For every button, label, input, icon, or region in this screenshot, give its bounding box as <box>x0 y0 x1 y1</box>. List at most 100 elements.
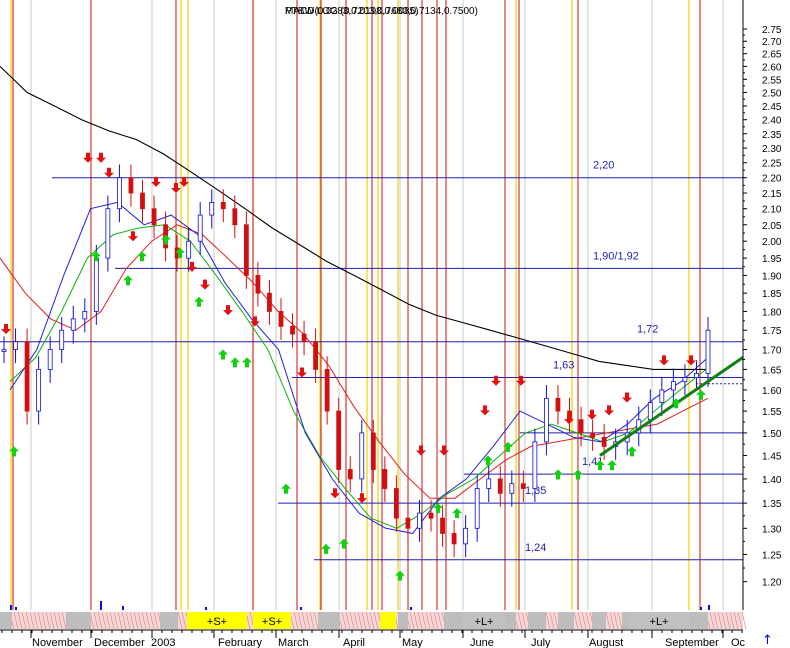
price-candle <box>82 311 88 320</box>
volume-bar <box>700 607 702 610</box>
level-label: 1,72 <box>637 324 658 336</box>
price-candle <box>243 224 249 276</box>
price-candle <box>417 512 422 529</box>
price-candle <box>128 177 134 194</box>
price-candle <box>301 333 307 343</box>
volume-block <box>506 612 516 629</box>
price-candle <box>209 201 215 216</box>
price-candle <box>267 292 272 312</box>
volume-block <box>558 612 574 629</box>
price-candle <box>405 517 411 529</box>
price-candle <box>463 527 469 545</box>
volume-band-label: +L+ <box>475 616 494 628</box>
volume-band-label: +S+ <box>262 616 282 628</box>
y-tick-label: 1.95 <box>762 254 782 265</box>
price-candle <box>313 341 319 370</box>
y-tick-label: 1.35 <box>762 499 782 510</box>
volume-bar <box>15 607 17 610</box>
volume-block <box>444 612 462 629</box>
y-tick-label: 2.30 <box>762 144 782 155</box>
price-candle <box>197 214 203 242</box>
x-tick-label: Oc <box>731 637 746 648</box>
price-candle <box>555 397 561 412</box>
x-axis: November December 2003 February March April Ma… <box>0 629 746 648</box>
volume-block <box>160 612 178 629</box>
price-candle <box>428 512 434 519</box>
volume-bar <box>410 607 412 610</box>
price-candle <box>47 349 53 370</box>
y-tick-label: 2.10 <box>762 205 782 216</box>
y-tick-label: 1.85 <box>762 289 782 300</box>
y-tick-label: 2.45 <box>762 102 782 113</box>
y-tick-label: 1.40 <box>762 475 782 486</box>
level-label: 2,20 <box>593 160 614 172</box>
x-tick-label: February <box>218 637 263 648</box>
level-label: 1,24 <box>525 542 546 554</box>
y-tick-label: 2.50 <box>762 89 782 100</box>
level-label: 1,90/1,92 <box>593 250 639 262</box>
level-label: 1,63 <box>553 360 574 372</box>
price-candle <box>393 488 399 519</box>
volume-block <box>0 612 12 629</box>
price-candle <box>255 275 261 294</box>
volume-block <box>690 612 708 629</box>
y-tick-label: 2.65 <box>762 50 782 61</box>
price-candle <box>140 192 145 210</box>
price-candle <box>220 201 226 210</box>
x-tick-label: March <box>278 637 309 648</box>
y-tick-label: 2.20 <box>762 174 782 185</box>
volume-bar <box>300 607 302 610</box>
x-tick-label: July <box>531 637 551 648</box>
price-candle <box>509 483 515 494</box>
y-tick-label: 1.50 <box>762 429 782 440</box>
price-candle <box>601 436 607 447</box>
y-tick-label: 2.00 <box>762 237 782 248</box>
y-tick-label: 2.60 <box>762 62 782 73</box>
y-tick-label: 2.75 <box>762 25 782 36</box>
price-candle <box>59 329 65 350</box>
x-tick-label: April <box>343 637 365 648</box>
price-candle <box>24 341 30 412</box>
y-tick-label: 1.55 <box>762 407 782 418</box>
price-candle <box>474 488 480 529</box>
x-tick-label: September <box>665 637 719 648</box>
y-tick-label: 2.15 <box>762 189 782 200</box>
y-tick-label: 2.35 <box>762 130 782 141</box>
x-tick-label: November <box>32 637 83 648</box>
x-tick-label: 2003 <box>151 637 175 648</box>
volume-block <box>66 612 91 629</box>
volume-bar <box>122 606 124 610</box>
y-tick-label: 1.65 <box>762 365 782 376</box>
x-tick-label: May <box>402 637 423 648</box>
y-tick-label: 1.25 <box>762 550 782 561</box>
price-candle <box>13 341 18 350</box>
price-candle <box>647 402 653 421</box>
price-candle <box>497 478 503 494</box>
volume-block <box>592 612 606 629</box>
y-axis: 2.752.70 2.652.60 2.55 2.50 2.45 2.40 2.35 2.30… <box>742 0 782 610</box>
y-tick-label: 2.40 <box>762 116 782 127</box>
y-tick-label: 1.75 <box>762 326 782 337</box>
volume-band-label: +L+ <box>650 616 669 628</box>
price-candle <box>520 483 526 489</box>
y-tick-label: 1.70 <box>762 346 782 357</box>
price-candle <box>290 326 295 335</box>
volume-bar <box>205 607 207 610</box>
scroll-arrow-icon[interactable]: ↑ <box>762 633 773 648</box>
volume-block-yellow <box>380 612 396 629</box>
price-candle <box>278 311 284 327</box>
price-candle <box>578 419 584 434</box>
price-candle <box>440 517 445 534</box>
chart-subtitle: MACD(0.0283,0.0198,0.0085) <box>285 6 418 17</box>
price-candle <box>151 208 157 226</box>
volume-block <box>398 612 408 629</box>
price-candle <box>117 177 122 210</box>
price-candle <box>590 432 595 438</box>
volume-bar <box>10 605 12 610</box>
price-candle <box>382 469 388 489</box>
volume-bar <box>100 601 102 610</box>
price-candle <box>694 373 699 378</box>
price-candle <box>670 381 676 391</box>
price-candle <box>1 349 7 352</box>
price-candle <box>705 329 711 374</box>
